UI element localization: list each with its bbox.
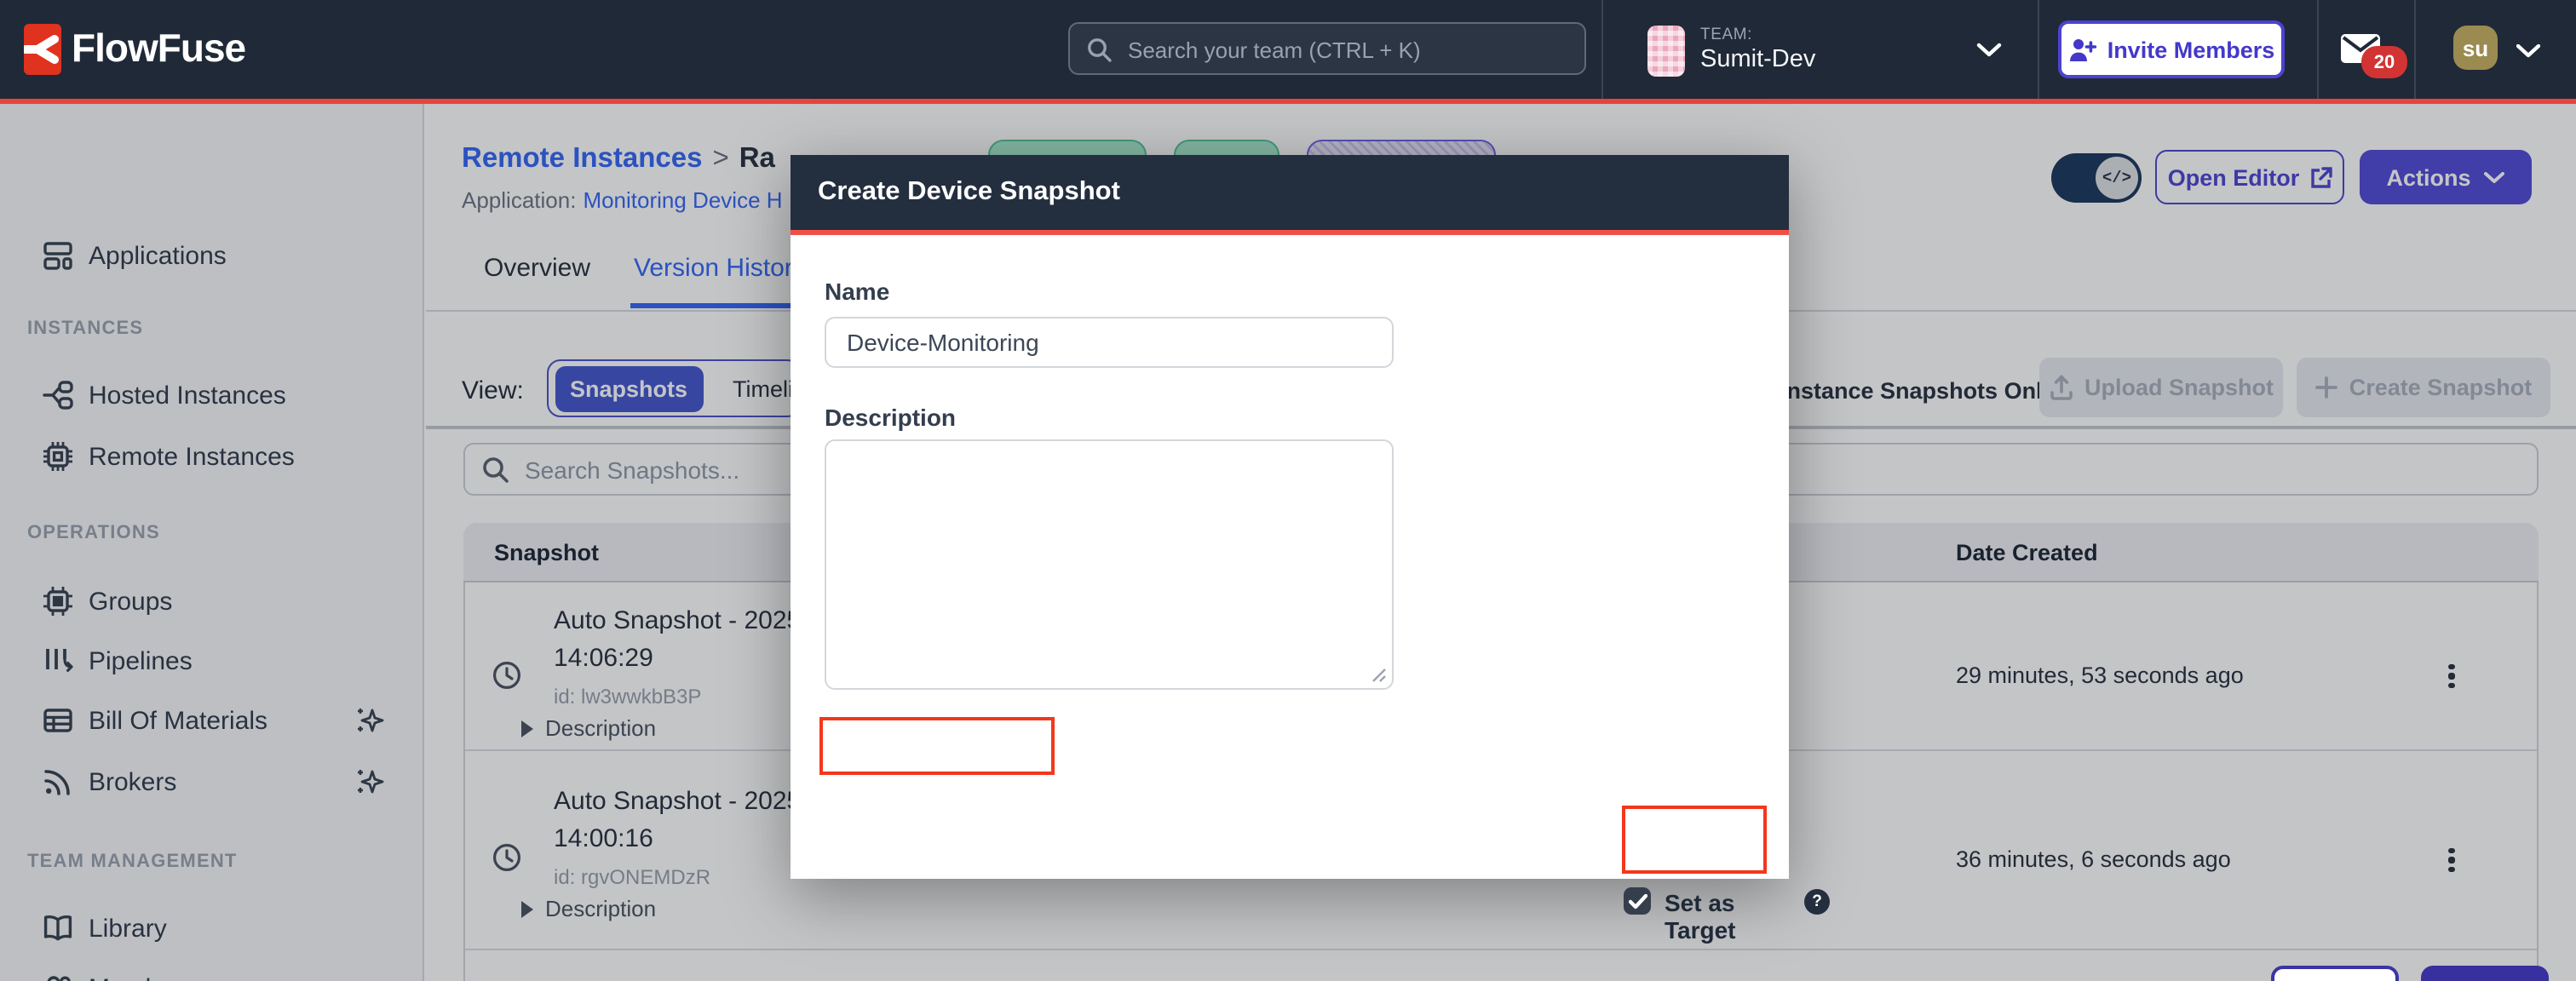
header-divider — [1601, 0, 1603, 99]
header-accent-line — [0, 99, 2576, 104]
team-search[interactable] — [1068, 22, 1586, 75]
annotation-box-create-button — [1622, 806, 1767, 874]
search-icon — [1087, 37, 1113, 63]
notification-count-badge[interactable]: 20 — [2361, 46, 2407, 78]
cancel-button[interactable]: Cancel — [2271, 966, 2399, 981]
invite-members-button[interactable]: Invite Members — [2058, 20, 2285, 78]
modal-title: Create Device Snapshot — [818, 177, 1120, 208]
chevron-down-icon[interactable] — [2516, 44, 2540, 58]
header-divider — [2317, 0, 2319, 99]
description-label: Description — [825, 404, 956, 431]
help-icon[interactable]: ? — [1804, 889, 1830, 915]
team-avatar[interactable] — [1647, 26, 1685, 77]
screen: FlowFuse TEAM: Sumit-Dev Invite Members … — [0, 0, 2576, 981]
team-search-input[interactable] — [1124, 26, 1574, 73]
invite-members-label: Invite Members — [2107, 37, 2275, 62]
flowfuse-logo-icon[interactable] — [24, 24, 61, 75]
resize-grip-icon[interactable] — [1370, 666, 1387, 683]
chevron-down-icon[interactable] — [1976, 43, 2002, 58]
user-avatar[interactable]: su — [2453, 26, 2498, 70]
team-name[interactable]: Sumit-Dev — [1700, 46, 1815, 73]
modal-header: Create Device Snapshot — [791, 155, 1789, 229]
logo-text: FlowFuse — [72, 26, 245, 72]
header-divider — [2038, 0, 2039, 99]
add-user-icon — [2068, 37, 2097, 62]
set-as-target-label[interactable]: Set as Target — [1665, 889, 1789, 944]
description-field[interactable] — [825, 439, 1394, 690]
check-icon — [1628, 893, 1647, 909]
create-button[interactable]: Create — [2421, 966, 2549, 981]
name-field[interactable] — [825, 317, 1394, 368]
header-divider — [2414, 0, 2416, 99]
modal-accent-line — [791, 229, 1789, 234]
name-label: Name — [825, 278, 889, 305]
set-as-target-checkbox[interactable] — [1624, 887, 1651, 915]
annotation-box-set-as-target — [819, 717, 1055, 775]
app-header: FlowFuse TEAM: Sumit-Dev Invite Members … — [0, 0, 2576, 99]
team-label: TEAM: — [1700, 26, 1752, 44]
